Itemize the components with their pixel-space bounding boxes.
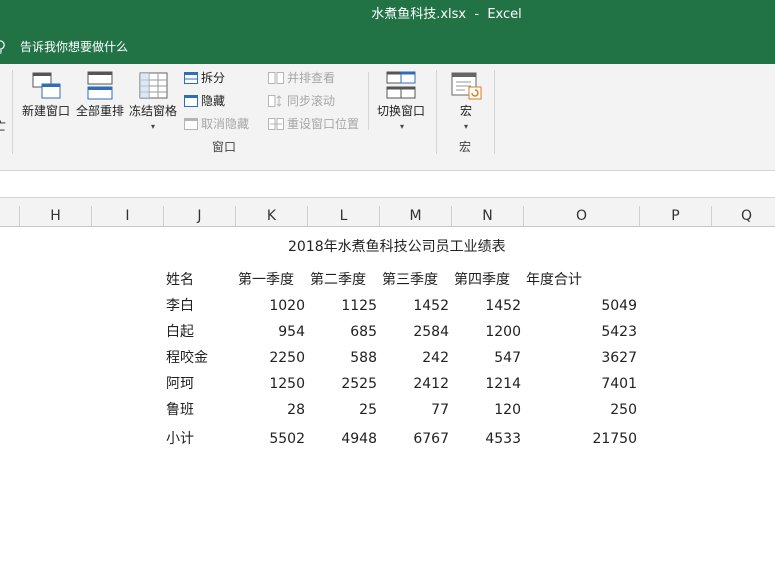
macros-group-label: 宏: [459, 140, 472, 154]
header-name[interactable]: 姓名: [166, 271, 194, 289]
reset-window-position-icon: [268, 118, 284, 130]
switch-windows-dropdown-icon[interactable]: ▾: [400, 123, 404, 131]
sync-scrolling-button[interactable]: 同步滚动: [287, 93, 335, 109]
reset-window-position-button[interactable]: 重设窗口位置: [287, 116, 359, 132]
cell-q2[interactable]: 2525: [308, 375, 377, 393]
cell-q3[interactable]: 1452: [380, 297, 449, 315]
view-side-by-side-icon: [268, 72, 284, 84]
column-header-n[interactable]: N: [452, 206, 524, 226]
view-side-by-side-button[interactable]: 并排查看: [287, 70, 335, 86]
formula-bar[interactable]: [0, 170, 775, 198]
column-header-m[interactable]: M: [380, 206, 452, 226]
total-q4[interactable]: 4533: [452, 430, 521, 448]
macros-button[interactable]: 宏: [460, 103, 472, 119]
column-header-partial[interactable]: [0, 206, 20, 226]
header-q3[interactable]: 第三季度: [382, 271, 438, 289]
cell-name[interactable]: 白起: [166, 323, 194, 341]
cell-name[interactable]: 程咬金: [166, 349, 208, 367]
ribbon-gap: [0, 160, 775, 170]
switch-windows-icon: [386, 71, 416, 99]
sheet-table-title[interactable]: 2018年水煮鱼科技公司员工业绩表: [288, 238, 506, 256]
cell-q4[interactable]: 1452: [452, 297, 521, 315]
freeze-panes-icon: [139, 72, 168, 99]
cell-q1[interactable]: 1250: [236, 375, 305, 393]
new-window-icon: [32, 72, 61, 99]
total-q3[interactable]: 6767: [380, 430, 449, 448]
lightbulb-icon[interactable]: [0, 40, 6, 54]
cell-total[interactable]: 3627: [524, 349, 637, 367]
cell-name[interactable]: 李白: [166, 297, 194, 315]
cell-total[interactable]: 250: [524, 401, 637, 419]
column-header-k[interactable]: K: [236, 206, 308, 226]
macros-icon: [451, 72, 482, 100]
cell-total[interactable]: 7401: [524, 375, 637, 393]
unhide-icon: [184, 118, 198, 130]
column-header-i[interactable]: I: [92, 206, 164, 226]
cell-total[interactable]: 5049: [524, 297, 637, 315]
tell-me-search[interactable]: 告诉我你想要做什么: [20, 39, 128, 55]
cell-q1[interactable]: 28: [236, 401, 305, 419]
new-window-button[interactable]: 新建窗口: [22, 103, 70, 119]
ribbon-separator: [12, 70, 13, 154]
freeze-panes-button[interactable]: 冻结窗格: [129, 103, 177, 119]
header-annual-total[interactable]: 年度合计: [526, 271, 582, 289]
cell-q3[interactable]: 2412: [380, 375, 449, 393]
arrange-all-icon: [87, 71, 113, 100]
cell-q1[interactable]: 954: [236, 323, 305, 341]
cell-name[interactable]: 鲁班: [166, 401, 194, 419]
column-header-h[interactable]: H: [20, 206, 92, 226]
total-annual[interactable]: 21750: [524, 430, 637, 448]
ribbon-separator: [368, 72, 369, 130]
total-q1[interactable]: 5502: [236, 430, 305, 448]
ribbon-partial-label: 亡: [0, 119, 7, 133]
cell-q2[interactable]: 588: [308, 349, 377, 367]
cell-q2[interactable]: 1125: [308, 297, 377, 315]
column-header-q[interactable]: Q: [712, 206, 775, 226]
sync-scrolling-icon: [268, 95, 282, 107]
cell-total[interactable]: 5423: [524, 323, 637, 341]
header-q4[interactable]: 第四季度: [454, 271, 510, 289]
cell-q3[interactable]: 2584: [380, 323, 449, 341]
cell-q4[interactable]: 120: [452, 401, 521, 419]
column-header-j[interactable]: J: [164, 206, 236, 226]
sheet-gap: [0, 198, 775, 206]
total-label[interactable]: 小计: [166, 430, 194, 448]
freeze-panes-dropdown-icon[interactable]: ▾: [151, 123, 155, 131]
arrange-all-button[interactable]: 全部重排: [76, 103, 124, 119]
cell-q1[interactable]: 2250: [236, 349, 305, 367]
column-header-o[interactable]: O: [524, 206, 640, 226]
column-header-l[interactable]: L: [308, 206, 380, 226]
cell-q4[interactable]: 1214: [452, 375, 521, 393]
cell-q2[interactable]: 25: [308, 401, 377, 419]
split-icon: [184, 72, 198, 84]
ribbon-separator: [436, 70, 437, 154]
ribbon-separator: [494, 70, 495, 154]
cell-q4[interactable]: 547: [452, 349, 521, 367]
cell-q1[interactable]: 1020: [236, 297, 305, 315]
cell-q3[interactable]: 242: [380, 349, 449, 367]
cell-name[interactable]: 阿珂: [166, 375, 194, 393]
unhide-button[interactable]: 取消隐藏: [201, 116, 249, 132]
window-title: 水煮鱼科技.xlsx - Excel: [371, 7, 522, 22]
header-q1[interactable]: 第一季度: [238, 271, 294, 289]
cell-q3[interactable]: 77: [380, 401, 449, 419]
macros-dropdown-icon[interactable]: ▾: [464, 123, 468, 131]
total-q2[interactable]: 4948: [308, 430, 377, 448]
cell-q4[interactable]: 1200: [452, 323, 521, 341]
hide-button[interactable]: 隐藏: [201, 93, 225, 109]
cell-q2[interactable]: 685: [308, 323, 377, 341]
window-group-label: 窗口: [212, 140, 237, 154]
split-button[interactable]: 拆分: [201, 70, 225, 86]
hide-icon: [184, 95, 198, 107]
header-q2[interactable]: 第二季度: [310, 271, 366, 289]
switch-windows-button[interactable]: 切换窗口: [377, 103, 425, 119]
column-header-p[interactable]: P: [640, 206, 712, 226]
column-header-row: H I J K L M N O P Q: [0, 206, 775, 227]
